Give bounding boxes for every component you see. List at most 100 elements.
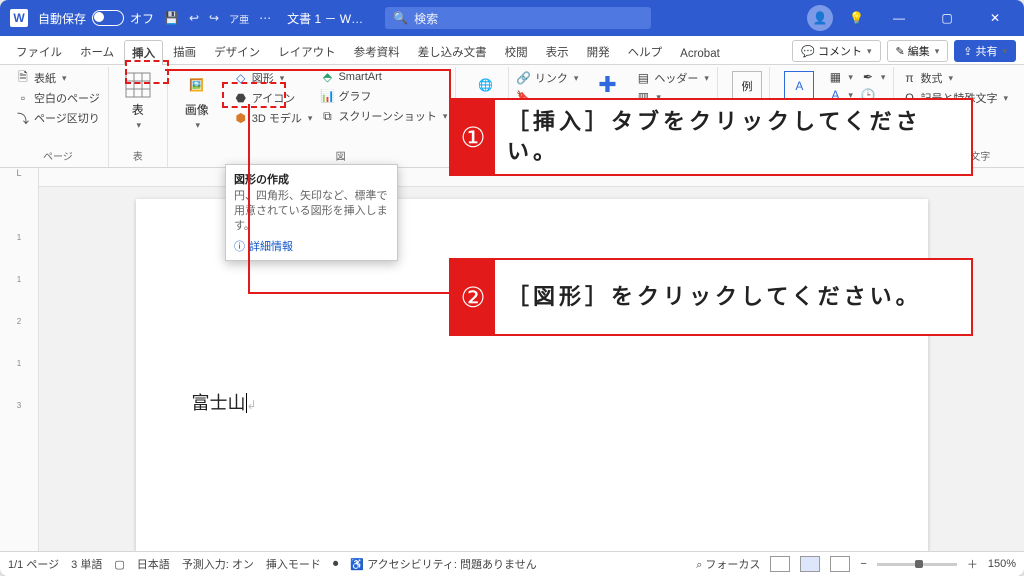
- blank-page-icon: ▫: [16, 91, 30, 105]
- zoom-level[interactable]: 150%: [988, 558, 1016, 570]
- tab-layout[interactable]: レイアウト: [270, 39, 344, 64]
- status-page[interactable]: 1/1 ページ: [8, 556, 59, 572]
- tab-insert[interactable]: 挿入: [124, 40, 163, 65]
- page-break-icon: ⤵: [16, 111, 30, 125]
- tab-draw[interactable]: 描画: [165, 39, 204, 64]
- view-print-button[interactable]: [800, 556, 820, 572]
- tooltip-title: 図形の作成: [234, 171, 389, 187]
- signature-icon: ✒: [861, 70, 875, 84]
- document-body-text[interactable]: 富士山↲: [192, 389, 872, 415]
- screenshot-icon: ⧉: [320, 109, 334, 123]
- annotation-number-icon: ①: [451, 100, 495, 174]
- tab-help[interactable]: ヘルプ: [620, 39, 671, 64]
- cover-page-icon: 🗎: [16, 71, 30, 85]
- tab-acrobat[interactable]: Acrobat: [672, 43, 728, 64]
- table-icon: [124, 71, 152, 99]
- macro-icon[interactable]: ⏺: [333, 558, 339, 571]
- tooltip-body: 円、四角形、矢印など、標準で用意されている図形を挿入します。: [234, 189, 389, 234]
- header-icon: ▤: [636, 71, 650, 85]
- tooltip-shapes: 図形の作成 円、四角形、矢印など、標準で用意されている図形を挿入します。 ⓘ詳細…: [225, 164, 398, 261]
- font-indicator[interactable]: ア亜: [229, 11, 249, 26]
- minimize-button[interactable]: —: [880, 0, 918, 36]
- signature-button[interactable]: ✒: [859, 69, 888, 85]
- close-button[interactable]: ✕: [976, 0, 1014, 36]
- zoom-in-button[interactable]: ＋: [967, 556, 978, 572]
- autosave-toggle[interactable]: 自動保存 オフ: [38, 10, 154, 27]
- view-read-button[interactable]: [770, 556, 790, 572]
- icons-icon: ⬣: [234, 91, 248, 105]
- tab-design[interactable]: デザイン: [206, 39, 268, 64]
- link-icon: 🔗: [517, 71, 531, 85]
- header-button[interactable]: ▤ヘッダー: [634, 69, 711, 87]
- insert-table-button[interactable]: 表: [115, 69, 161, 133]
- cover-page-button[interactable]: 🗎表紙: [14, 69, 102, 87]
- status-predict[interactable]: 予測入力: オン: [182, 556, 254, 572]
- comment-button[interactable]: ✚: [584, 69, 630, 101]
- editing-mode-button[interactable]: ✎編集: [887, 40, 949, 62]
- tab-file[interactable]: ファイル: [8, 39, 70, 64]
- tab-home[interactable]: ホーム: [72, 39, 122, 64]
- annotation-step-1: ① ［挿入］タブをクリックしてください。: [449, 98, 973, 176]
- link-button[interactable]: 🔗リンク: [515, 69, 581, 87]
- example-icon: 例: [732, 71, 762, 101]
- table-label: 表: [132, 101, 144, 118]
- equation-button[interactable]: π数式: [900, 69, 1010, 87]
- cube-icon: ⬢: [234, 111, 248, 125]
- annotation-text: ［図形］をクリックしてください。: [495, 260, 971, 334]
- status-bar: 1/1 ページ 3 単語 ▢ 日本語 予測入力: オン 挿入モード ⏺ ♿ アク…: [0, 551, 1024, 576]
- blank-page-button[interactable]: ▫空白のページ: [14, 89, 102, 107]
- help-lightbulb-icon[interactable]: 💡: [843, 11, 870, 25]
- tab-view[interactable]: 表示: [538, 39, 577, 64]
- page-scroll[interactable]: 富士山↲: [39, 187, 1024, 551]
- icons-button[interactable]: ⬣アイコン: [232, 89, 315, 107]
- save-icon[interactable]: 💾: [164, 11, 179, 25]
- status-language[interactable]: 日本語: [137, 556, 170, 572]
- help-icon: ⓘ: [234, 238, 245, 254]
- paragraph-mark-icon: ↲: [247, 398, 257, 412]
- ribbon-tabs: ファイル ホーム 挿入 描画 デザイン レイアウト 参考資料 差し込み文書 校閲…: [0, 36, 1024, 65]
- screenshot-button[interactable]: ⧉スクリーンショット: [318, 107, 449, 125]
- ruler-vertical[interactable]: 11213: [0, 187, 39, 551]
- proofing-icon[interactable]: ▢: [114, 558, 124, 571]
- tooltip-more-info[interactable]: ⓘ詳細情報: [234, 238, 389, 254]
- picture-icon: 🖼️: [183, 71, 211, 99]
- zoom-out-button[interactable]: −: [860, 558, 866, 570]
- group-label: 表: [115, 146, 161, 165]
- share-button[interactable]: ⇪共有: [954, 40, 1016, 62]
- comments-button[interactable]: 💬コメント: [792, 40, 880, 62]
- group-tables: 表 表: [109, 67, 168, 167]
- undo-icon[interactable]: ↩: [189, 11, 199, 25]
- online-video-button[interactable]: 🌐: [462, 69, 508, 101]
- group-pages: 🗎表紙 ▫空白のページ ⤵ページ区切り ページ: [8, 67, 109, 167]
- status-accessibility[interactable]: ♿ アクセシビリティ: 問題ありません: [350, 556, 536, 572]
- tab-mailmerge[interactable]: 差し込み文書: [410, 39, 495, 64]
- smartart-button[interactable]: ⬘SmartArt: [318, 69, 449, 85]
- title-bar: W 自動保存 オフ 💾 ↩ ↪ ア亜 ⋯ 文書 1 － W… 🔍 検索 👤 💡 …: [0, 0, 1024, 36]
- maximize-button[interactable]: ▢: [928, 0, 966, 36]
- page-break-button[interactable]: ⤵ページ区切り: [14, 109, 102, 127]
- tab-review[interactable]: 校閲: [497, 39, 536, 64]
- view-web-button[interactable]: [830, 556, 850, 572]
- qat-customize-icon[interactable]: ⋯: [259, 11, 271, 25]
- tab-references[interactable]: 参考資料: [346, 39, 408, 64]
- globe-icon: 🌐: [471, 71, 499, 99]
- quickparts-button[interactable]: ▦: [826, 69, 855, 85]
- autosave-label: 自動保存: [38, 10, 86, 27]
- account-avatar[interactable]: 👤: [807, 5, 833, 31]
- status-wordcount[interactable]: 3 単語: [71, 556, 102, 572]
- zoom-slider[interactable]: [877, 563, 957, 566]
- document-area: 11213 富士山↲: [0, 187, 1024, 551]
- annotation-number-icon: ②: [451, 260, 495, 334]
- group-label: ページ: [14, 146, 102, 165]
- insert-picture-button[interactable]: 🖼️ 画像: [174, 69, 220, 133]
- shapes-button[interactable]: ◇図形: [232, 69, 315, 87]
- focus-mode-button[interactable]: ⌕ フォーカス: [696, 556, 760, 572]
- chart-button[interactable]: 📊グラフ: [318, 87, 449, 105]
- tab-developer[interactable]: 開発: [579, 39, 618, 64]
- search-input[interactable]: 🔍 検索: [385, 7, 651, 29]
- status-insertmode[interactable]: 挿入モード: [266, 556, 321, 572]
- equation-icon: π: [902, 71, 916, 85]
- group-illustrations: ◇図形 ⬣アイコン ⬢3D モデル ⬘SmartArt 📊グラフ ⧉スクリーンシ…: [226, 67, 457, 167]
- redo-icon[interactable]: ↪: [209, 11, 219, 25]
- 3d-models-button[interactable]: ⬢3D モデル: [232, 109, 315, 127]
